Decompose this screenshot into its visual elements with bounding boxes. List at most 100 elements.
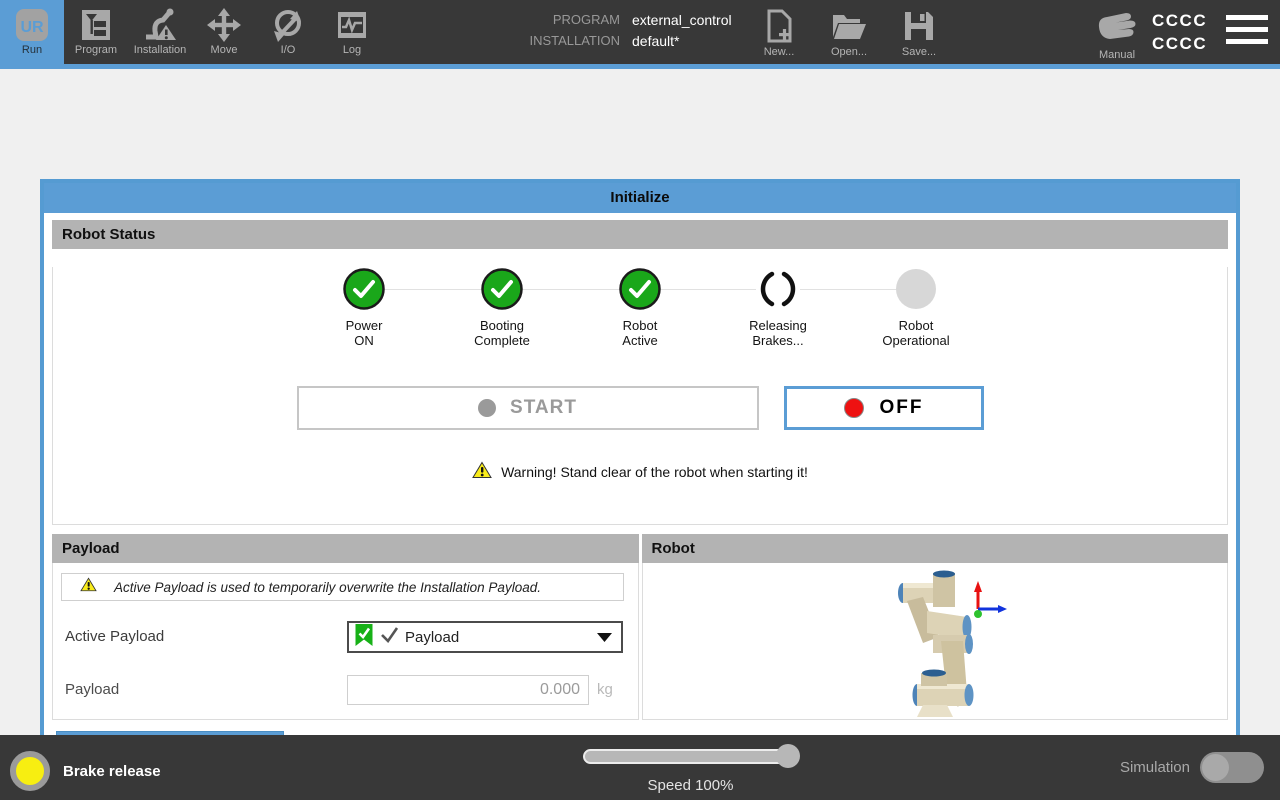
status-steps: Power ON Booting Complete Robot Active R… bbox=[295, 267, 985, 348]
speed-slider-handle[interactable] bbox=[776, 744, 800, 768]
clock-line1: CCCC bbox=[1152, 11, 1208, 30]
payload-field-label: Payload bbox=[65, 681, 120, 698]
ur-logo-icon: UR bbox=[14, 5, 50, 44]
status-step-booting-complete: Booting Complete bbox=[433, 267, 571, 348]
robot-status-section: Robot Status Power ON Booting Complete R… bbox=[52, 220, 1228, 525]
warning-triangle-icon bbox=[80, 577, 97, 597]
svg-text:UR: UR bbox=[20, 19, 44, 36]
installation-value: default* bbox=[632, 33, 680, 49]
new-button[interactable]: New... bbox=[750, 7, 808, 58]
step-label: ON bbox=[354, 333, 374, 348]
save-floppy-icon bbox=[903, 7, 935, 44]
active-payload-dropdown[interactable]: Payload bbox=[347, 621, 623, 653]
dialog-title: Initialize bbox=[44, 183, 1236, 213]
program-value: external_control bbox=[632, 12, 732, 28]
program-label: PROGRAM bbox=[552, 12, 620, 27]
check-circle-icon bbox=[480, 267, 524, 311]
off-indicator-dot-icon bbox=[843, 398, 864, 418]
speed-label: Speed 100% bbox=[647, 777, 734, 794]
hamburger-menu-button[interactable] bbox=[1226, 15, 1268, 44]
step-label: Active bbox=[622, 333, 658, 348]
manual-mode-button[interactable]: Manual bbox=[1086, 5, 1148, 61]
payload-header: Payload bbox=[52, 534, 639, 563]
off-button-label: OFF bbox=[879, 397, 924, 418]
hand-icon bbox=[1094, 5, 1140, 48]
chevron-down-icon bbox=[597, 632, 612, 642]
payload-unit-label: kg bbox=[597, 681, 613, 698]
payload-note: Active Payload is used to temporarily ov… bbox=[61, 573, 624, 601]
tab-installation[interactable]: Installation bbox=[128, 0, 192, 64]
file-action-label: Open... bbox=[830, 46, 868, 58]
tab-io[interactable]: I/O bbox=[256, 0, 320, 64]
tab-label: Log bbox=[342, 44, 362, 56]
new-document-icon bbox=[765, 7, 793, 44]
installation-label: INSTALLATION bbox=[529, 33, 620, 48]
brake-release-indicator-icon bbox=[10, 751, 50, 791]
brake-release-label: Brake release bbox=[63, 762, 161, 780]
tab-label: Run bbox=[21, 44, 43, 56]
hamburger-bar bbox=[1226, 27, 1268, 32]
status-step-releasing-brakes: Releasing Brakes... bbox=[709, 267, 847, 348]
step-label: Operational bbox=[882, 333, 950, 348]
step-label: Releasing bbox=[749, 318, 807, 333]
simulation-toggle-knob bbox=[1202, 754, 1229, 781]
in-progress-spinner-icon bbox=[756, 267, 800, 311]
start-button-label: START bbox=[510, 397, 577, 418]
step-label: Booting bbox=[479, 318, 525, 333]
file-action-label: New... bbox=[763, 46, 795, 58]
top-toolbar: UR Run Program Installation Move I/O Log… bbox=[0, 0, 1280, 64]
hamburger-bar bbox=[1226, 39, 1268, 44]
file-action-label: Save... bbox=[901, 46, 937, 58]
tab-label: Installation bbox=[133, 44, 187, 56]
save-button[interactable]: Save... bbox=[890, 7, 948, 58]
tab-label: Program bbox=[74, 44, 118, 56]
check-circle-icon bbox=[342, 267, 386, 311]
start-button[interactable]: START bbox=[296, 386, 759, 430]
active-payload-label: Active Payload bbox=[65, 628, 165, 645]
selected-check-icon bbox=[380, 626, 399, 648]
active-payload-selected-value: Payload bbox=[405, 628, 460, 646]
step-label: Complete bbox=[474, 333, 530, 348]
payload-value-input[interactable]: 0.000 bbox=[347, 675, 589, 705]
robot-3d-view bbox=[881, 565, 1011, 722]
robot-status-header: Robot Status bbox=[52, 220, 1228, 249]
file-actions: New... Open... Save... bbox=[750, 7, 948, 58]
program-tree-icon bbox=[79, 5, 113, 44]
tab-label: Move bbox=[210, 44, 238, 56]
brake-release-button[interactable]: Brake release bbox=[10, 751, 161, 791]
tab-move[interactable]: Move bbox=[192, 0, 256, 64]
off-button[interactable]: OFF bbox=[783, 386, 984, 430]
open-folder-icon bbox=[831, 7, 867, 44]
file-info: PROGRAM external_control INSTALLATION de… bbox=[496, 12, 732, 49]
log-chart-icon bbox=[335, 5, 369, 44]
open-button[interactable]: Open... bbox=[820, 7, 878, 58]
start-indicator-dot-icon bbox=[478, 399, 497, 417]
mode-label: Manual bbox=[1098, 49, 1136, 61]
warning-triangle-icon bbox=[472, 461, 492, 482]
status-step-power-on: Power ON bbox=[295, 267, 433, 348]
warning-text: Warning! Stand clear of the robot when s… bbox=[501, 463, 808, 480]
step-label: Brakes... bbox=[752, 333, 804, 348]
robot-arm-warning-icon bbox=[142, 5, 178, 44]
status-step-robot-active: Robot Active bbox=[571, 267, 709, 348]
simulation-label: Simulation bbox=[1119, 759, 1190, 776]
initialize-dialog: Initialize Robot Status Power ON Booting… bbox=[40, 179, 1240, 769]
main-area: Initialize Robot Status Power ON Booting… bbox=[0, 69, 1280, 769]
step-label: Robot bbox=[622, 318, 658, 333]
payload-note-text: Active Payload is used to temporarily ov… bbox=[114, 579, 541, 595]
step-label: Power bbox=[345, 318, 383, 333]
speed-slider[interactable] bbox=[583, 744, 800, 768]
status-step-robot-operational: Robot Operational bbox=[847, 267, 985, 348]
check-circle-icon bbox=[618, 267, 662, 311]
tab-log[interactable]: Log bbox=[320, 0, 384, 64]
hamburger-bar bbox=[1226, 15, 1268, 20]
simulation-toggle[interactable] bbox=[1200, 752, 1264, 783]
robot-section: Robot bbox=[641, 534, 1228, 722]
clock: CCCC CCCC bbox=[1152, 9, 1207, 55]
tab-program[interactable]: Program bbox=[64, 0, 128, 64]
bookmark-check-icon bbox=[354, 623, 374, 652]
clock-line2: CCCC bbox=[1152, 34, 1208, 53]
step-label: Robot bbox=[898, 318, 934, 333]
pending-circle-icon bbox=[894, 267, 938, 311]
tab-run[interactable]: UR Run bbox=[0, 0, 64, 64]
